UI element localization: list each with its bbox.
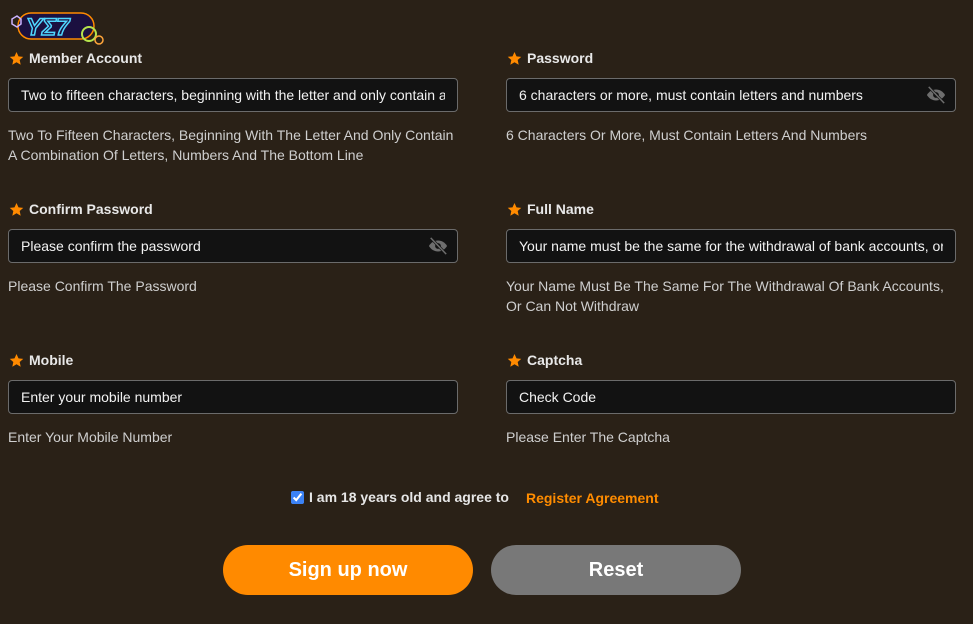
eye-slash-icon[interactable] — [925, 85, 947, 105]
mobile-label: Mobile — [8, 351, 458, 369]
mobile-input[interactable] — [9, 381, 457, 413]
register-agreement-link[interactable]: Register Agreement — [526, 490, 659, 506]
password-label: Password — [506, 49, 956, 67]
mobile-input-wrap — [8, 380, 458, 414]
member-account-label: Member Account — [8, 49, 458, 67]
confirm-password-input-wrap — [8, 229, 458, 263]
mobile-field: Mobile Enter Your Mobile Number — [8, 351, 458, 447]
eye-slash-icon[interactable] — [427, 236, 449, 256]
password-input-wrap — [506, 78, 956, 112]
password-hint: 6 Characters Or More, Must Contain Lette… — [506, 127, 868, 143]
star-icon — [9, 51, 24, 65]
agreement-row: I am 18 years old and agree to Register … — [291, 488, 659, 506]
full-name-input-wrap — [506, 229, 956, 263]
full-name-label: Full Name — [506, 200, 956, 218]
star-icon — [507, 202, 522, 216]
confirm-password-hint: Please Confirm The Password — [8, 278, 197, 294]
captcha-field: Captcha Please Enter The Captcha — [506, 351, 956, 447]
confirm-password-input[interactable] — [9, 230, 457, 262]
captcha-label: Captcha — [506, 351, 956, 369]
captcha-input[interactable] — [507, 381, 955, 413]
star-icon — [507, 51, 522, 65]
mobile-hint: Enter Your Mobile Number — [8, 429, 173, 445]
sign-up-button[interactable]: Sign up now — [223, 545, 473, 595]
full-name-hint: Your Name Must Be The Same For The Withd… — [506, 278, 944, 314]
brand-logo[interactable]: YΣ7 — [6, 7, 104, 45]
member-account-field: Member Account Two To Fifteen Characters… — [8, 49, 458, 165]
captcha-input-wrap — [506, 380, 956, 414]
svg-text:YΣ7: YΣ7 — [26, 14, 71, 41]
full-name-input[interactable] — [507, 230, 955, 262]
captcha-hint: Please Enter The Captcha — [506, 429, 670, 445]
star-icon — [9, 353, 24, 367]
agreement-text: I am 18 years old and agree to — [309, 489, 509, 505]
password-input[interactable] — [507, 79, 955, 111]
star-icon — [507, 353, 522, 367]
star-icon — [9, 202, 24, 216]
password-field: Password 6 Characters Or More, Must Cont… — [506, 49, 956, 145]
agreement-checkbox[interactable] — [291, 490, 304, 504]
member-account-input-wrap — [8, 78, 458, 112]
confirm-password-label: Confirm Password — [8, 200, 458, 218]
confirm-password-field: Confirm Password Please Confirm The Pass… — [8, 200, 458, 296]
full-name-field: Full Name Your Name Must Be The Same For… — [506, 200, 956, 316]
member-account-hint: Two To Fifteen Characters, Beginning Wit… — [8, 127, 454, 163]
member-account-input[interactable] — [9, 79, 457, 111]
reset-button[interactable]: Reset — [491, 545, 741, 595]
